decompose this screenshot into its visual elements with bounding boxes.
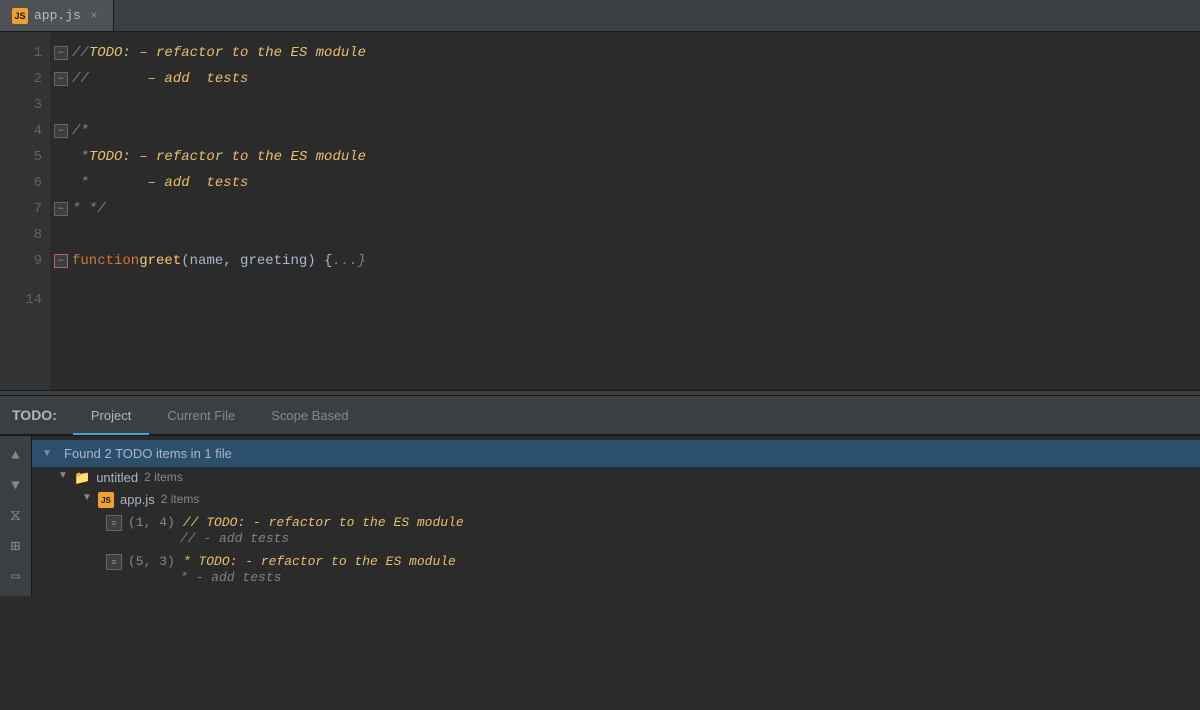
tab-scope-based[interactable]: Scope Based bbox=[253, 397, 366, 435]
code-line-5: * TODO: – refactor to the ES module bbox=[54, 144, 1200, 170]
code-line-1: − // TODO: – refactor to the ES module bbox=[54, 40, 1200, 66]
js-icon: JS bbox=[98, 492, 114, 508]
code-line-6: * – add tests bbox=[54, 170, 1200, 196]
todo-coord-1: (1, 4) bbox=[128, 515, 175, 530]
project-triangle: ▼ bbox=[58, 470, 70, 481]
todo-item-2[interactable]: ≡ (5, 3) * TODO: - refactor to the ES mo… bbox=[32, 550, 1200, 589]
file-name: app.js bbox=[120, 492, 155, 507]
todo-panel: TODO: Project Current File Scope Based ▲… bbox=[0, 396, 1200, 596]
todo-tree-header[interactable]: ▼ Found 2 TODO items in 1 file bbox=[32, 440, 1200, 467]
header-triangle: ▼ bbox=[42, 448, 54, 459]
todo-item-2-content: (5, 3) * TODO: - refactor to the ES modu… bbox=[128, 554, 456, 585]
project-name: untitled bbox=[96, 470, 138, 485]
code-line-8 bbox=[54, 222, 1200, 248]
tab-bar: JS app.js × bbox=[0, 0, 1200, 32]
code-line-2: − // – add tests bbox=[54, 66, 1200, 92]
layout-button[interactable]: ⊞ bbox=[2, 532, 30, 560]
tab-project[interactable]: Project bbox=[73, 397, 149, 435]
file-items-count: 2 items bbox=[161, 492, 200, 506]
code-line-4: − /* bbox=[54, 118, 1200, 144]
code-editor[interactable]: − // TODO: – refactor to the ES module −… bbox=[50, 32, 1200, 390]
fold-icon-2[interactable]: − bbox=[54, 72, 68, 86]
fold-icon-1[interactable]: − bbox=[54, 46, 68, 60]
scroll-down-button[interactable]: ▼ bbox=[2, 472, 30, 500]
panel-button[interactable]: ▭ bbox=[2, 562, 30, 590]
fold-icon-9[interactable]: − bbox=[54, 254, 68, 268]
todo-header-text: Found 2 TODO items in 1 file bbox=[64, 446, 232, 461]
todo-line2-1: * TODO: - refactor to the ES module bbox=[183, 554, 456, 569]
editor-area: 1 2 3 4 5 6 7 8 9 14 − // TODO: – refact… bbox=[0, 32, 1200, 390]
file-row[interactable]: ▼ JS app.js 2 items bbox=[32, 489, 1200, 511]
code-line-14 bbox=[54, 274, 1200, 326]
project-row[interactable]: ▼ 📁 untitled 2 items bbox=[32, 467, 1200, 489]
todo-item-icon-1: ≡ bbox=[106, 515, 122, 531]
file-tab[interactable]: JS app.js × bbox=[0, 0, 114, 31]
filter-button[interactable]: ⧖ bbox=[2, 502, 30, 530]
todo-line1-2: // - add tests bbox=[180, 531, 289, 546]
file-triangle: ▼ bbox=[82, 492, 94, 503]
todo-label: TODO: bbox=[0, 396, 73, 434]
project-items-count: 2 items bbox=[144, 470, 183, 484]
code-line-7: − * */ bbox=[54, 196, 1200, 222]
tab-filename: app.js bbox=[34, 8, 81, 23]
todo-item-1-content: (1, 4) // TODO: - refactor to the ES mod… bbox=[128, 515, 464, 546]
fold-icon-4[interactable]: − bbox=[54, 124, 68, 138]
code-line-9: − function greet(name, greeting) {...} bbox=[54, 248, 1200, 274]
todo-item-1[interactable]: ≡ (1, 4) // TODO: - refactor to the ES m… bbox=[32, 511, 1200, 550]
todo-line2-2: * - add tests bbox=[180, 570, 281, 585]
tab-current-file[interactable]: Current File bbox=[149, 397, 253, 435]
fold-icon-7[interactable]: − bbox=[54, 202, 68, 216]
todo-sidebar: ▲ ▼ ⧖ ⊞ ▭ bbox=[0, 436, 32, 596]
todo-tab-bar: TODO: Project Current File Scope Based bbox=[0, 396, 1200, 436]
todo-line1-1: // TODO: - refactor to the ES module bbox=[183, 515, 464, 530]
todo-coord-2: (5, 3) bbox=[128, 554, 175, 569]
scroll-up-button[interactable]: ▲ bbox=[2, 442, 30, 470]
todo-tree: ▼ Found 2 TODO items in 1 file ▼ 📁 untit… bbox=[32, 436, 1200, 596]
todo-item-icon-2: ≡ bbox=[106, 554, 122, 570]
js-file-icon: JS bbox=[12, 8, 28, 24]
line-numbers: 1 2 3 4 5 6 7 8 9 14 bbox=[0, 32, 50, 390]
tab-close-button[interactable]: × bbox=[87, 9, 101, 23]
code-line-3 bbox=[54, 92, 1200, 118]
folder-icon: 📁 bbox=[74, 470, 90, 486]
todo-content: ▲ ▼ ⧖ ⊞ ▭ ▼ Found 2 TODO items in 1 file… bbox=[0, 436, 1200, 596]
